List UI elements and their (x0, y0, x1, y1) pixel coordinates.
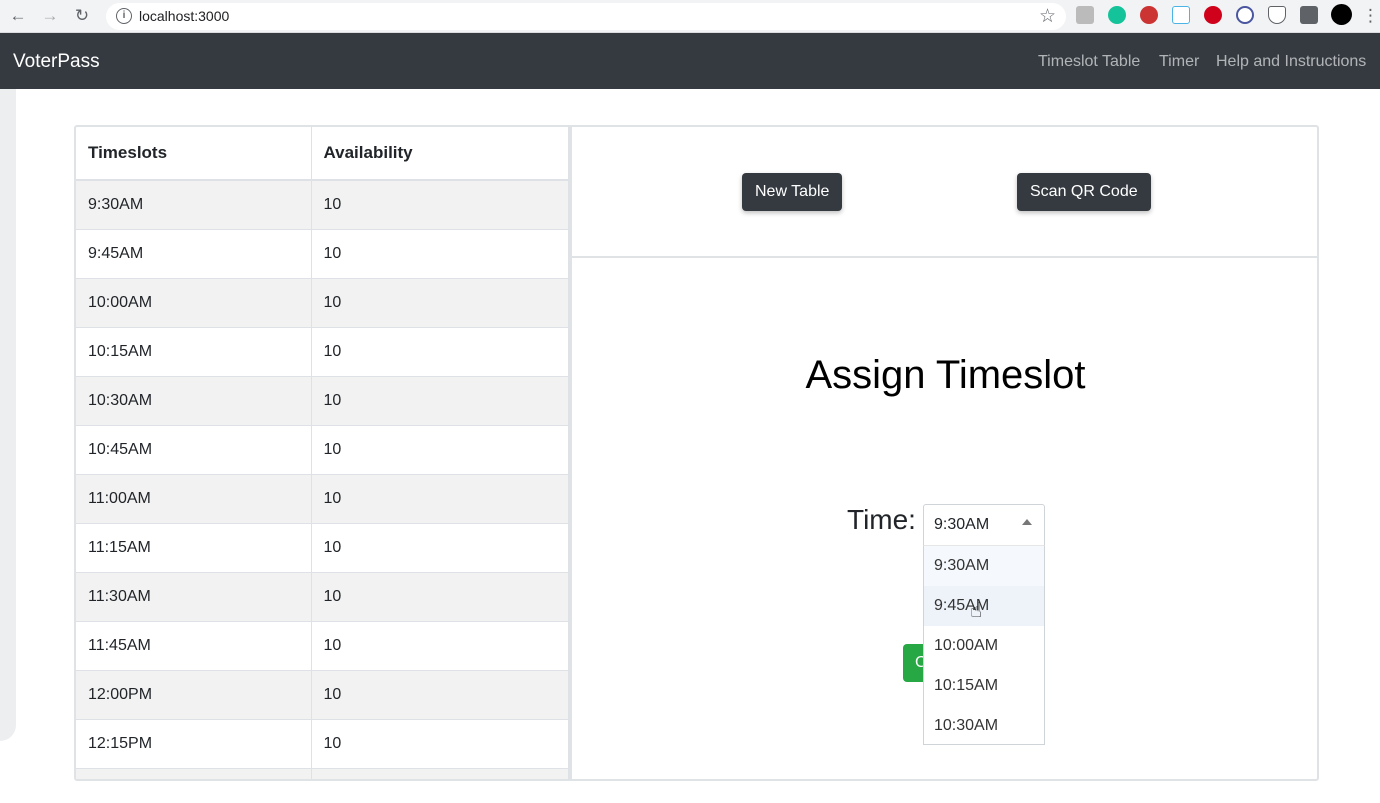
nav-timeslot-table[interactable]: Timeslot Table (1038, 53, 1140, 71)
table-row: 12:00PM 10 (76, 669, 569, 719)
time-select[interactable]: 9:30AM (923, 504, 1045, 546)
nav-timer[interactable]: Timer (1159, 53, 1199, 71)
table-row: 9:30AM 10 (76, 179, 569, 229)
block-extension-icon[interactable] (1236, 6, 1254, 24)
caret-up-icon (1022, 519, 1032, 525)
browser-toolbar: ← → ↻ i localhost:3000 ☆ ⋮ (0, 0, 1380, 33)
table-row (76, 767, 569, 779)
availability-cell: 10 (311, 571, 569, 621)
nav-help[interactable]: Help and Instructions (1216, 53, 1366, 71)
availability-cell: 10 (311, 179, 569, 229)
availability-cell: 10 (311, 620, 569, 670)
availability-cell: 10 (311, 375, 569, 425)
bookmark-star-icon[interactable]: ☆ (1039, 5, 1056, 28)
availability-cell: 10 (311, 718, 569, 768)
timeslot-cell: 10:00AM (76, 277, 312, 327)
reload-icon[interactable]: ↻ (70, 4, 94, 28)
time-dropdown-menu[interactable]: 9:30AM 9:45AM 10:00AM 10:15AM 10:30AM (923, 545, 1045, 745)
timeslot-cell: 11:00AM (76, 473, 312, 523)
left-sidebar-edge (0, 89, 16, 741)
timeslot-cell: 12:00PM (76, 669, 312, 719)
timeslot-cell (76, 767, 312, 779)
table-row: 11:45AM 10 (76, 620, 569, 670)
info-icon[interactable]: i (116, 8, 132, 24)
kebab-menu-icon[interactable]: ⋮ (1362, 4, 1379, 28)
availability-cell (311, 767, 569, 779)
assign-timeslot-title: Assign Timeslot (805, 353, 1086, 397)
pokeball-extension-icon[interactable] (1140, 6, 1158, 24)
profile-avatar[interactable] (1331, 4, 1352, 25)
adblock-icon[interactable] (1204, 6, 1222, 24)
timeslot-cell: 11:30AM (76, 571, 312, 621)
top-navbar: VoterPass Timeslot Table Timer Help and … (0, 33, 1380, 89)
table-row: 10:00AM 10 (76, 277, 569, 327)
url-text: localhost:3000 (139, 8, 230, 24)
availability-cell: 10 (311, 669, 569, 719)
table-row: 10:30AM 10 (76, 375, 569, 425)
extension-icon[interactable] (1076, 6, 1094, 24)
availability-cell: 10 (311, 473, 569, 523)
time-label: Time: (847, 504, 916, 535)
timeslot-cell: 11:15AM (76, 522, 312, 572)
dropdown-option[interactable]: 10:15AM (924, 666, 1044, 706)
selected-time-value: 9:30AM (934, 516, 990, 533)
table-row: 11:00AM 10 (76, 473, 569, 523)
puzzle-extensions-icon[interactable] (1300, 6, 1318, 24)
availability-cell: 10 (311, 326, 569, 376)
table-row: 12:15PM 10 (76, 718, 569, 768)
dropdown-option[interactable]: 9:45AM (924, 586, 1044, 626)
timeslot-cell: 9:45AM (76, 228, 312, 278)
table-row: 10:45AM 10 (76, 424, 569, 474)
table-row: 9:45AM 10 (76, 228, 569, 278)
back-arrow-icon[interactable]: ← (6, 4, 30, 28)
timeslot-cell: 10:30AM (76, 375, 312, 425)
availability-cell: 10 (311, 277, 569, 327)
hand-cursor-icon: ☝ (970, 600, 983, 622)
new-table-button[interactable]: New Table (742, 173, 843, 211)
table-row: 10:15AM 10 (76, 326, 569, 376)
shield-extension-icon[interactable] (1268, 6, 1286, 24)
timeslot-cell: 9:30AM (76, 179, 312, 229)
address-bar[interactable]: i localhost:3000 ☆ (106, 3, 1066, 30)
brand-logo[interactable]: VoterPass (13, 51, 100, 73)
timeslot-table: Timeslots Availability 9:30AM 10 9:45AM 10 1… (76, 127, 569, 779)
cup-extension-icon[interactable] (1172, 6, 1190, 24)
scan-qr-code-button[interactable]: Scan QR Code (1017, 173, 1151, 211)
timeslot-cell: 11:45AM (76, 620, 312, 670)
confirm-button[interactable]: C (903, 644, 925, 682)
availability-cell: 10 (311, 228, 569, 278)
timeslot-table-container[interactable]: Timeslots Availability 9:30AM 10 9:45AM 10 1… (76, 127, 572, 779)
availability-cell: 10 (311, 424, 569, 474)
table-row: 11:30AM 10 (76, 571, 569, 621)
forward-arrow-icon[interactable]: → (38, 4, 62, 28)
dropdown-option[interactable]: 10:30AM (924, 706, 1044, 744)
timeslot-cell: 10:15AM (76, 326, 312, 376)
dropdown-option[interactable]: 9:30AM (924, 546, 1044, 586)
main-card: Timeslots Availability 9:30AM 10 9:45AM 10 1… (74, 125, 1319, 781)
table-row: 11:15AM 10 (76, 522, 569, 572)
availability-cell: 10 (311, 522, 569, 572)
timeslot-cell: 10:45AM (76, 424, 312, 474)
dropdown-option[interactable]: 10:00AM (924, 626, 1044, 666)
action-button-row: New Table Scan QR Code (572, 127, 1317, 258)
column-header-timeslots: Timeslots (76, 127, 312, 181)
column-header-availability: Availability (311, 127, 569, 181)
timeslot-cell: 12:15PM (76, 718, 312, 768)
grammarly-icon[interactable] (1108, 6, 1126, 24)
